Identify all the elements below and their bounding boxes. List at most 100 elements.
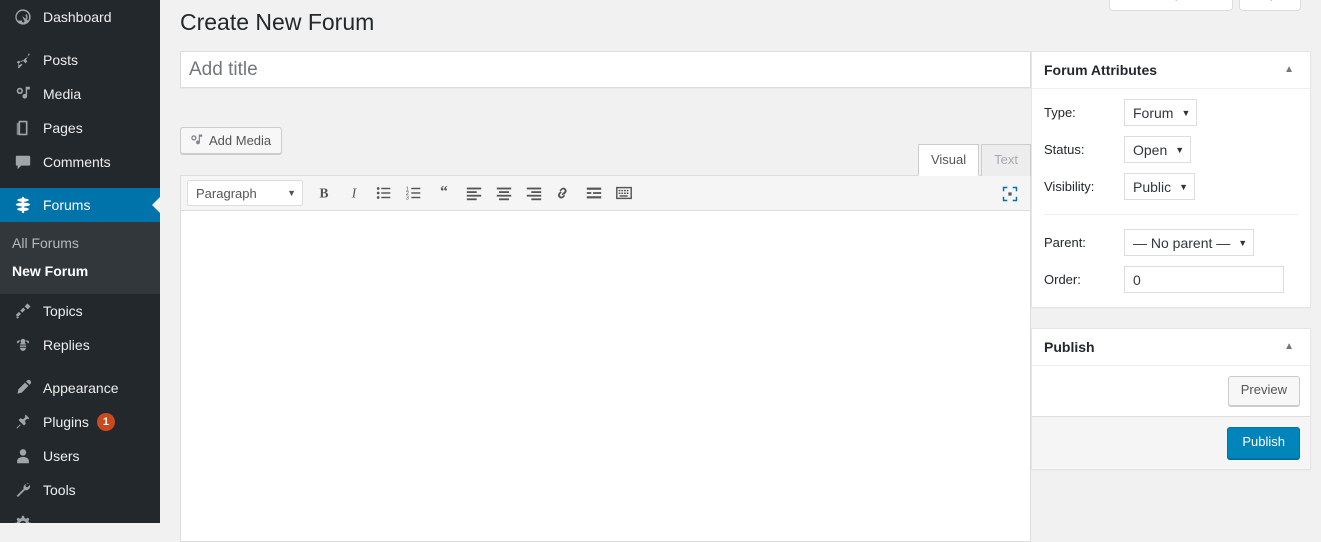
publish-button[interactable]: Publish bbox=[1227, 426, 1300, 459]
forums-submenu: All Forums New Forum bbox=[0, 222, 160, 294]
sidebar-item-label: Appearance bbox=[43, 380, 119, 396]
tab-visual[interactable]: Visual bbox=[917, 144, 980, 176]
screen-options-button[interactable]: Screen Options▼ bbox=[1108, 0, 1234, 12]
minor-publishing-actions: Preview bbox=[1032, 366, 1310, 417]
forums-icon bbox=[12, 195, 34, 215]
sidebar-item-label: Forums bbox=[43, 197, 91, 213]
submenu-item-new-forum[interactable]: New Forum bbox=[0, 257, 160, 285]
forum-order-label: Order: bbox=[1044, 272, 1081, 287]
forum-status-select[interactable]: Open ▼ bbox=[1124, 136, 1192, 163]
editor-container: Add Media Visual Text Paragraph ▼ B I 1 … bbox=[180, 122, 1031, 542]
bulleted-list-icon[interactable] bbox=[369, 180, 399, 207]
forum-attributes-title: Forum Attributes bbox=[1044, 62, 1158, 78]
align-right-icon[interactable] bbox=[519, 180, 549, 207]
appearance-icon bbox=[12, 378, 34, 398]
forum-parent-row: Parent: — No parent — ▼ bbox=[1044, 229, 1298, 256]
style-select-value: Paragraph bbox=[196, 185, 257, 201]
chevron-down-icon: ▼ bbox=[1175, 144, 1185, 155]
sidebar-item-tools[interactable]: Tools bbox=[0, 473, 160, 507]
forum-type-row: Type: Forum ▼ bbox=[1044, 99, 1298, 126]
sidebar-item-settings[interactable] bbox=[0, 507, 160, 523]
comment-icon bbox=[12, 152, 34, 172]
svg-text:3: 3 bbox=[406, 195, 409, 201]
side-postbox-container: Forum Attributes ▲ Type: Forum ▼ Status:… bbox=[1031, 51, 1311, 490]
tab-text[interactable]: Text bbox=[981, 144, 1031, 176]
update-count-badge: 1 bbox=[96, 413, 115, 431]
editor-mode-tabs: Visual Text bbox=[916, 144, 1031, 176]
help-label: Help bbox=[1250, 0, 1277, 1]
paragraph-style-select[interactable]: Paragraph ▼ bbox=[187, 180, 303, 206]
align-center-icon[interactable] bbox=[489, 180, 519, 207]
publish-panel: Publish ▲ Preview Publish bbox=[1031, 328, 1311, 470]
link-icon[interactable] bbox=[549, 180, 579, 207]
forum-order-input[interactable]: 0 bbox=[1124, 266, 1284, 293]
sidebar-item-comments[interactable]: Comments bbox=[0, 145, 160, 179]
dashboard-icon bbox=[12, 7, 34, 27]
post-body: Add Media Visual Text Paragraph ▼ B bbox=[180, 51, 1031, 542]
sidebar-item-posts[interactable]: Posts bbox=[0, 43, 160, 77]
menu-separator bbox=[0, 34, 160, 43]
title-field-wrapper bbox=[180, 51, 1031, 88]
chevron-up-icon[interactable]: ▲ bbox=[1280, 340, 1298, 354]
forum-status-row: Status: Open ▼ bbox=[1044, 136, 1298, 163]
sidebar-item-plugins[interactable]: Plugins 1 bbox=[0, 405, 160, 439]
sidebar-item-media[interactable]: Media bbox=[0, 77, 160, 111]
italic-icon[interactable]: I bbox=[339, 180, 369, 207]
bold-icon[interactable]: B bbox=[309, 180, 339, 207]
chevron-down-icon: ▼ bbox=[1179, 181, 1189, 192]
sidebar-item-dashboard[interactable]: Dashboard bbox=[0, 0, 160, 34]
svg-text:“: “ bbox=[440, 184, 448, 201]
forum-parent-label: Parent: bbox=[1044, 235, 1086, 250]
forum-parent-select[interactable]: — No parent — ▼ bbox=[1124, 229, 1255, 256]
forum-visibility-select[interactable]: Public ▼ bbox=[1124, 173, 1196, 200]
chevron-down-icon: ▼ bbox=[1181, 107, 1191, 118]
preview-button[interactable]: Preview bbox=[1227, 376, 1300, 406]
forum-visibility-row: Visibility: Public ▼ bbox=[1044, 173, 1298, 200]
add-media-button[interactable]: Add Media bbox=[180, 127, 283, 154]
post-title-input[interactable] bbox=[181, 52, 1030, 87]
align-left-icon[interactable] bbox=[459, 180, 489, 207]
sidebar-item-label: Pages bbox=[43, 120, 83, 136]
media-icon bbox=[12, 84, 34, 104]
sidebar-item-label: Tools bbox=[43, 482, 76, 498]
admin-menu-bottom: Topics Replies Appearance Plugins 1 Users Tool… bbox=[0, 294, 160, 523]
page-title: Create New Forum bbox=[180, 9, 375, 35]
blockquote-icon[interactable]: “ bbox=[429, 180, 459, 207]
forum-type-select[interactable]: Forum ▼ bbox=[1124, 99, 1198, 126]
sidebar-item-topics[interactable]: Topics bbox=[0, 294, 160, 328]
publish-header: Publish ▲ bbox=[1032, 329, 1310, 366]
submenu-item-all-forums[interactable]: All Forums bbox=[0, 229, 160, 257]
forum-type-label: Type: bbox=[1044, 105, 1076, 120]
forum-status-value: Open bbox=[1133, 141, 1168, 158]
sidebar-item-users[interactable]: Users bbox=[0, 439, 160, 473]
forum-visibility-value: Public bbox=[1133, 178, 1172, 195]
toolbar-toggle-icon[interactable] bbox=[609, 180, 639, 207]
help-button[interactable]: Help▼ bbox=[1239, 0, 1301, 12]
publish-title: Publish bbox=[1044, 339, 1095, 355]
settings-icon bbox=[12, 514, 34, 523]
distraction-free-icon[interactable] bbox=[996, 180, 1024, 207]
sidebar-item-appearance[interactable]: Appearance bbox=[0, 371, 160, 405]
numbered-list-icon[interactable]: 123 bbox=[399, 180, 429, 207]
pages-icon bbox=[12, 118, 34, 138]
sidebar-item-replies[interactable]: Replies bbox=[0, 328, 160, 362]
forum-visibility-label: Visibility: bbox=[1044, 179, 1095, 194]
plugins-icon bbox=[12, 412, 34, 432]
sidebar-item-label: Dashboard bbox=[43, 9, 112, 25]
svg-text:I: I bbox=[351, 186, 358, 201]
chevron-up-icon[interactable]: ▲ bbox=[1280, 63, 1298, 77]
sidebar-item-forums[interactable]: Forums bbox=[0, 188, 160, 222]
sidebar-item-label: Media bbox=[43, 86, 82, 102]
editor-tools: Add Media Visual Text bbox=[180, 122, 1031, 176]
add-media-label: Add Media bbox=[209, 133, 272, 148]
sidebar-item-label: Comments bbox=[43, 154, 111, 170]
forum-type-value: Forum bbox=[1133, 104, 1174, 121]
pin-icon bbox=[12, 50, 34, 70]
users-icon bbox=[12, 446, 34, 466]
sidebar-item-pages[interactable]: Pages bbox=[0, 111, 160, 145]
editor-content-area[interactable] bbox=[181, 211, 1030, 541]
chevron-down-icon: ▼ bbox=[1238, 237, 1248, 248]
forum-attributes-panel: Forum Attributes ▲ Type: Forum ▼ Status:… bbox=[1031, 51, 1311, 308]
chevron-down-icon: ▼ bbox=[287, 188, 296, 198]
read-more-icon[interactable] bbox=[579, 180, 609, 207]
